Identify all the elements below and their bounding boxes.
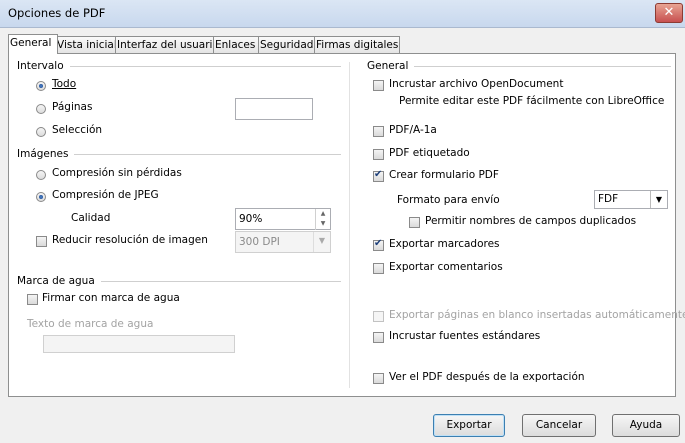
watermark-group-heading: Marca de agua: [17, 275, 341, 287]
jpeg-compression-radio[interactable]: [36, 192, 46, 202]
tab-seguridad[interactable]: Seguridad: [258, 36, 317, 54]
export-comments-checkbox[interactable]: [373, 263, 384, 274]
lossless-compression-label: Compresión sin pérdidas: [52, 167, 182, 179]
pdfa-checkbox[interactable]: [373, 126, 384, 137]
range-pages-label: Páginas: [52, 101, 93, 113]
quality-spin-buttons[interactable]: ▲ ▼: [315, 209, 330, 230]
range-group-heading: Intervalo: [17, 60, 341, 72]
export-blank-pages-label: Exportar páginas en blanco insertadas au…: [389, 309, 685, 321]
images-group-heading: Imágenes: [17, 148, 341, 160]
chevron-down-icon: ▼: [313, 232, 330, 252]
quality-label: Calidad: [71, 212, 111, 224]
range-pages-radio[interactable]: [36, 104, 46, 114]
tab-enlaces[interactable]: Enlaces: [213, 36, 261, 54]
tab-panel-general: Intervalo Todo Páginas Selección Imágene…: [8, 53, 685, 397]
reduce-resolution-checkbox[interactable]: [36, 236, 47, 247]
tagged-pdf-label: PDF etiquetado: [389, 147, 470, 159]
submit-format-label: Formato para envío: [397, 194, 500, 206]
submit-format-select[interactable]: FDF ▼: [594, 190, 668, 209]
jpeg-compression-label: Compresión de JPEG: [52, 189, 159, 201]
embed-fonts-label: Incrustar fuentes estándares: [389, 330, 541, 342]
resolution-value: 300 DPI: [239, 236, 280, 248]
quality-value: 90%: [239, 213, 263, 225]
tab-interfaz-usuario[interactable]: Interfaz del usuario: [115, 36, 219, 54]
spin-down-icon[interactable]: ▼: [316, 219, 330, 229]
range-pages-input[interactable]: [235, 98, 313, 120]
tab-vista-inicial[interactable]: Vista inicial: [55, 36, 118, 54]
export-blank-pages-checkbox: [373, 311, 384, 322]
title-bar: Opciones de PDF ✕: [0, 0, 685, 28]
chevron-down-icon[interactable]: ▼: [650, 191, 667, 208]
range-all-label: Todo: [52, 78, 77, 90]
create-form-label: Crear formulario PDF: [389, 169, 499, 181]
tagged-pdf-checkbox[interactable]: [373, 149, 384, 160]
spin-up-icon[interactable]: ▲: [316, 209, 330, 219]
cancel-button[interactable]: Cancelar: [522, 414, 596, 437]
close-button[interactable]: ✕: [655, 3, 683, 23]
export-comments-label: Exportar comentarios: [389, 261, 503, 273]
help-button[interactable]: Ayuda: [612, 414, 680, 437]
watermark-sign-label: Firmar con marca de agua: [42, 292, 180, 304]
general-group-heading: General: [367, 60, 671, 72]
pdfa-label: PDF/A-1a: [389, 124, 437, 136]
tab-firmas-digitales[interactable]: Firmas digitales: [314, 36, 400, 54]
resolution-select: 300 DPI ▼: [235, 231, 331, 253]
range-selection-label: Selección: [52, 124, 103, 136]
column-divider: [349, 62, 350, 388]
view-after-export-label: Ver el PDF después de la exportación: [389, 371, 585, 383]
submit-format-value: FDF: [598, 193, 619, 205]
watermark-text-label: Texto de marca de agua: [27, 318, 154, 330]
embed-opendocument-checkbox[interactable]: [373, 80, 384, 91]
watermark-text-input: [43, 335, 235, 353]
range-selection-radio[interactable]: [36, 127, 46, 137]
embed-opendocument-hint: Permite editar este PDF fácilmente con L…: [399, 95, 665, 107]
embed-fonts-checkbox[interactable]: [373, 332, 384, 343]
embed-opendocument-label: Incrustar archivo OpenDocument: [389, 78, 564, 90]
allow-duplicate-names-checkbox[interactable]: [409, 217, 420, 228]
export-bookmarks-label: Exportar marcadores: [389, 238, 500, 250]
export-bookmarks-checkbox[interactable]: [373, 238, 384, 251]
view-after-export-checkbox[interactable]: [373, 373, 384, 384]
quality-spinbox[interactable]: 90% ▲ ▼: [235, 208, 331, 230]
range-all-radio[interactable]: [36, 81, 46, 91]
watermark-sign-checkbox[interactable]: [27, 294, 38, 305]
reduce-resolution-label: Reducir resolución de imagen: [52, 234, 208, 246]
tab-general[interactable]: General: [8, 34, 58, 54]
window-title: Opciones de PDF: [8, 6, 106, 20]
lossless-compression-radio[interactable]: [36, 170, 46, 180]
export-button[interactable]: Exportar: [433, 414, 505, 437]
create-form-checkbox[interactable]: [373, 169, 384, 182]
allow-duplicate-names-label: Permitir nombres de campos duplicados: [425, 215, 637, 227]
